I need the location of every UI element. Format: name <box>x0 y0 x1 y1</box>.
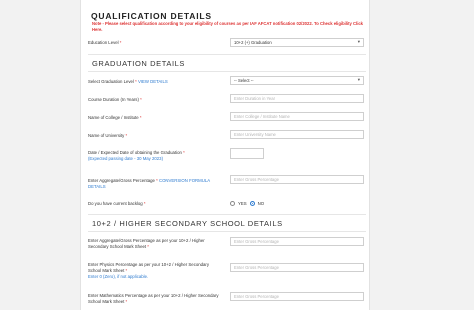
view-details-link[interactable]: VIEW DETAILS <box>138 79 168 84</box>
physics-input[interactable] <box>230 263 364 272</box>
graduation-date-input[interactable] <box>230 148 264 159</box>
education-level-select[interactable]: 10+2 (+) Graduation ▾ <box>230 38 364 47</box>
backlog-no-radio[interactable] <box>249 201 255 206</box>
backlog-label: Do you have current backlog * <box>88 201 146 206</box>
higher-secondary-section-title: 10+2 / HIGHER SECONDARY SCHOOL DETAILS <box>92 219 283 228</box>
maths-label: Enter Mathematics Percentage as per your… <box>88 293 219 304</box>
hs-aggregate-label: Enter Aggregate/Gross Percentage as per … <box>88 238 205 249</box>
eligibility-note[interactable]: Note - Please select qualification accor… <box>92 21 364 33</box>
graduation-date-label: Date / Expected Date of obtaining the Gr… <box>88 150 185 161</box>
course-duration-input[interactable] <box>230 94 364 103</box>
maths-input[interactable] <box>230 292 364 301</box>
course-duration-label: Course Duration (In Years) * <box>88 97 142 102</box>
divider <box>88 214 366 215</box>
divider <box>88 231 366 232</box>
backlog-yes-radio[interactable] <box>230 201 235 206</box>
divider <box>88 54 366 55</box>
aggregate-input[interactable] <box>230 175 364 184</box>
physics-label: Enter Physics Percentage as per your 10+… <box>88 262 209 279</box>
aggregate-label: Enter Aggregate/Gross Percentage * CONVE… <box>88 178 210 189</box>
hs-aggregate-input[interactable] <box>230 237 364 246</box>
graduation-level-label: Select Graduation Level * VIEW DETAILS <box>88 79 168 84</box>
graduation-level-select[interactable]: -- Select -- ▾ <box>230 76 364 85</box>
chevron-down-icon: ▾ <box>357 77 360 82</box>
university-name-input[interactable] <box>230 130 364 139</box>
education-level-label: Education Level * <box>88 40 122 45</box>
college-name-label: Name of College / Institute * <box>88 115 142 120</box>
physics-hint: Enter 0 (Zero), if not applicable. <box>88 274 149 279</box>
chevron-down-icon: ▾ <box>357 39 360 44</box>
divider <box>88 71 366 72</box>
college-name-input[interactable] <box>230 112 364 121</box>
page-title: QUALIFICATION DETAILS <box>91 11 212 21</box>
graduation-section-title: GRADUATION DETAILS <box>92 59 186 68</box>
backlog-radio-group: YES NO <box>230 201 264 206</box>
university-name-label: Name of University * <box>88 133 128 138</box>
graduation-date-hint: (Expected passing date - 30 May 2023) <box>88 156 164 161</box>
